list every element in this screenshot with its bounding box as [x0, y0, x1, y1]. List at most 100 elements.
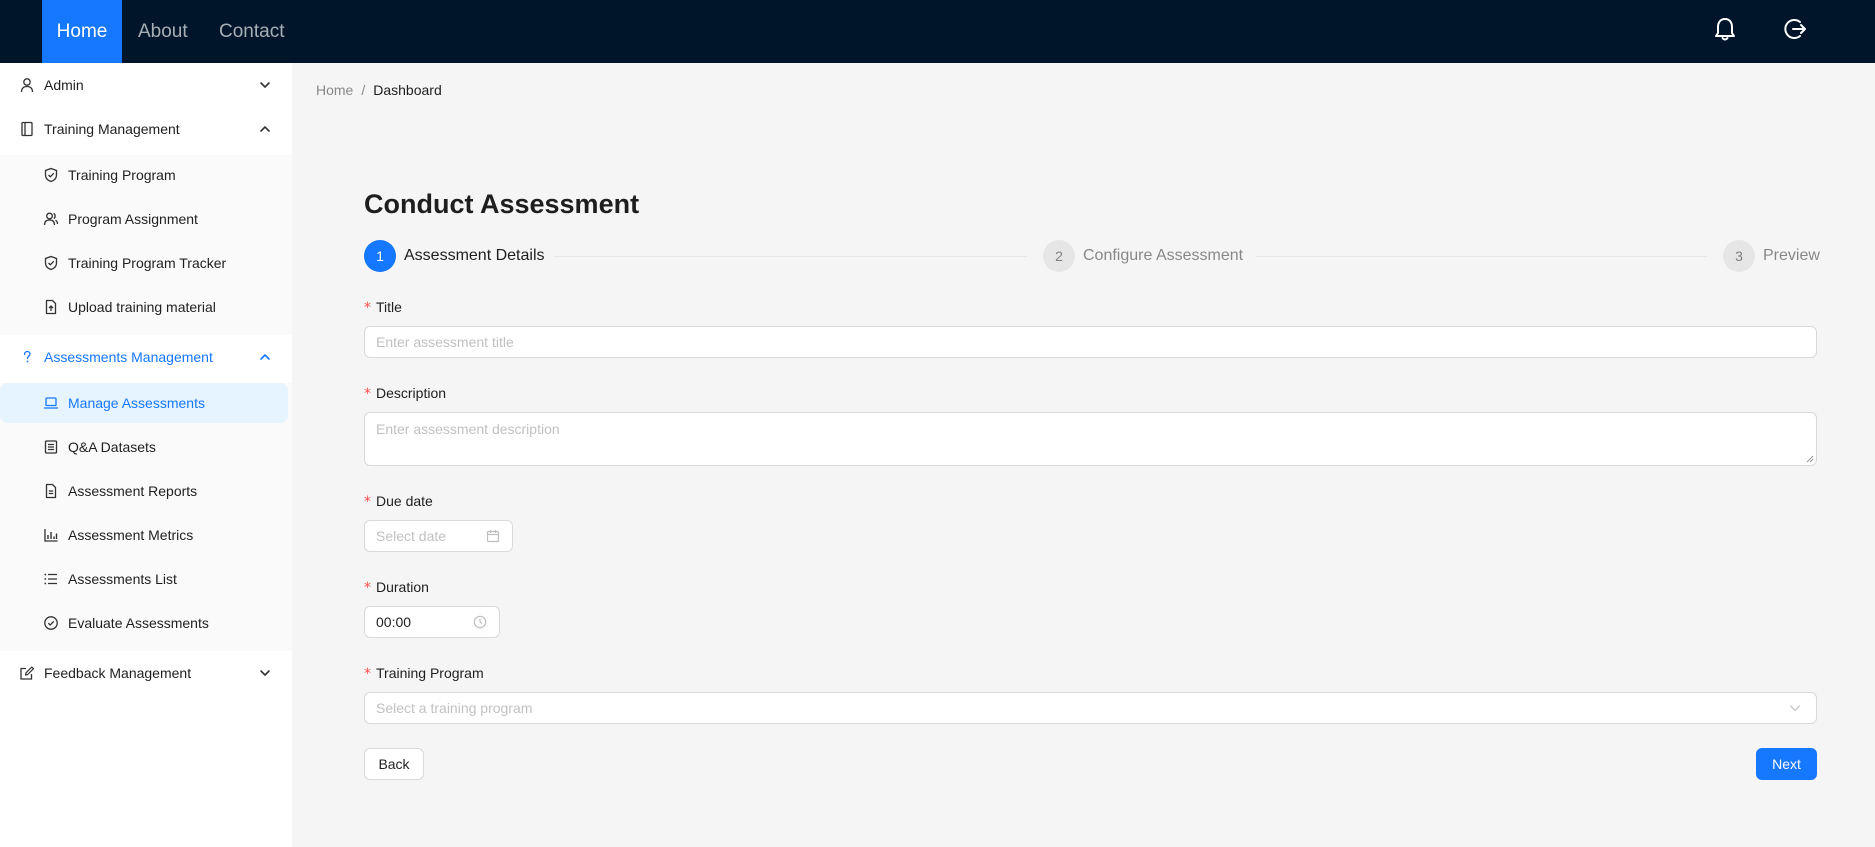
sidebar-group-training-management[interactable]: Training Management	[0, 107, 292, 151]
question-icon	[23, 350, 31, 363]
sidebar-submenu-assessments: Manage Assessments Q&A Datasets Assessme…	[0, 383, 292, 651]
back-button[interactable]: Back	[364, 748, 424, 780]
clock-icon	[473, 615, 487, 629]
calendar-icon	[486, 530, 500, 543]
chevron-up-icon	[260, 354, 270, 360]
book-icon	[21, 121, 33, 137]
step-preview[interactable]: 3 Preview	[1723, 240, 1823, 272]
chevron-up-icon	[260, 126, 270, 132]
next-button[interactable]: Next	[1756, 748, 1817, 780]
nav-about[interactable]: About	[122, 0, 204, 63]
sidebar-item-program-assignment[interactable]: Program Assignment	[0, 199, 288, 239]
sidebar-item-assessments-list[interactable]: Assessments List	[0, 559, 288, 599]
resize-handle-icon[interactable]	[1806, 455, 1814, 463]
sidebar-item-label: Assessment Reports	[68, 483, 198, 499]
breadcrumb-current: Dashboard	[373, 82, 442, 98]
training-program-label-text: Training Program	[376, 665, 484, 681]
chevron-down-icon	[260, 670, 270, 676]
required-mark: *	[364, 666, 371, 682]
sidebar-item-label: Program Assignment	[68, 211, 198, 227]
sidebar-item-assessment-reports[interactable]: Assessment Reports	[0, 471, 288, 511]
step-configure-assessment[interactable]: 2 Configure Assessment	[1043, 240, 1253, 272]
logout-icon[interactable]	[1780, 14, 1810, 44]
title-input[interactable]: Enter assessment title	[364, 326, 1817, 358]
sidebar-item-label: Evaluate Assessments	[68, 615, 209, 631]
sidebar-group-assessments-management[interactable]: Assessments Management	[0, 335, 292, 379]
sidebar-item-label: Assessments List	[68, 571, 177, 587]
required-mark: *	[364, 494, 371, 510]
shield-check-icon	[44, 255, 58, 271]
description-textarea[interactable]: Enter assessment description	[364, 412, 1817, 466]
sidebar-item-assessment-metrics[interactable]: Assessment Metrics	[0, 515, 288, 555]
sidebar-item-label: Upload training material	[68, 299, 216, 315]
sidebar-group-feedback-management[interactable]: Feedback Management	[0, 651, 292, 695]
edit-icon	[20, 666, 35, 680]
top-nav-bar: Home About Contact	[0, 0, 1875, 63]
shield-check-icon	[44, 167, 58, 183]
sidebar-item-label: Assessment Metrics	[68, 527, 194, 543]
chevron-down-icon	[260, 82, 270, 88]
step-connector	[554, 256, 1027, 257]
sidebar-item-label: Manage Assessments	[68, 395, 205, 411]
description-placeholder: Enter assessment description	[376, 421, 560, 437]
check-circle-icon	[44, 616, 58, 630]
nav-home[interactable]: Home	[42, 0, 122, 63]
step-assessment-details[interactable]: 1 Assessment Details	[364, 240, 564, 272]
sidebar-group-label: Admin	[44, 77, 84, 93]
sidebar-item-qa-datasets[interactable]: Q&A Datasets	[0, 427, 288, 467]
sidebar: Admin Training Management Training Progr…	[0, 63, 292, 847]
step-number: 1	[364, 240, 396, 272]
bar-chart-icon	[44, 529, 58, 542]
laptop-icon	[43, 397, 59, 409]
required-mark: *	[364, 386, 371, 402]
required-mark: *	[364, 580, 371, 596]
duration-value: 00:00	[376, 614, 412, 630]
duration-label-text: Duration	[376, 579, 429, 595]
title-label-text: Title	[376, 299, 402, 315]
bell-icon[interactable]	[1710, 14, 1740, 44]
users-icon	[43, 212, 59, 226]
duration-time-picker[interactable]: 00:00	[364, 606, 500, 638]
due-date-label-text: Due date	[376, 493, 433, 509]
title-label: * Title	[364, 298, 402, 317]
step-number: 2	[1043, 240, 1075, 272]
due-date-picker[interactable]: Select date	[364, 520, 513, 552]
nav-contact[interactable]: Contact	[203, 0, 300, 63]
sidebar-group-label: Feedback Management	[44, 665, 192, 681]
sidebar-submenu-training: Training Program Program Assignment Trai…	[0, 155, 292, 335]
sidebar-group-label: Training Management	[44, 121, 180, 137]
sidebar-item-training-program-tracker[interactable]: Training Program Tracker	[0, 243, 288, 283]
description-label-text: Description	[376, 385, 447, 401]
sidebar-group-admin[interactable]: Admin	[0, 63, 292, 107]
file-text-icon	[45, 483, 57, 499]
sidebar-group-label: Assessments Management	[44, 349, 213, 365]
step-number: 3	[1723, 240, 1755, 272]
sidebar-item-label: Training Program Tracker	[68, 255, 227, 271]
list-icon	[44, 573, 57, 585]
due-date-placeholder: Select date	[376, 528, 447, 544]
chevron-down-icon	[1789, 705, 1801, 712]
user-icon	[20, 78, 34, 93]
breadcrumb-separator: /	[361, 82, 366, 98]
title-placeholder: Enter assessment title	[376, 334, 514, 350]
training-program-placeholder: Select a training program	[376, 700, 533, 716]
step-connector	[1256, 256, 1707, 257]
required-mark: *	[364, 300, 371, 316]
list-box-icon	[44, 440, 58, 454]
sidebar-item-label: Training Program	[68, 167, 176, 183]
sidebar-item-manage-assessments[interactable]: Manage Assessments	[0, 383, 288, 423]
breadcrumb: Home / Dashboard	[316, 81, 442, 99]
step-title: Preview	[1763, 247, 1820, 264]
sidebar-item-training-program[interactable]: Training Program	[0, 155, 288, 195]
file-upload-icon	[45, 299, 57, 315]
training-program-select[interactable]: Select a training program	[364, 692, 1817, 724]
training-program-label: * Training Program	[364, 664, 484, 683]
step-title: Assessment Details	[404, 247, 545, 264]
sidebar-item-evaluate-assessments[interactable]: Evaluate Assessments	[0, 603, 288, 643]
step-title: Configure Assessment	[1083, 247, 1244, 264]
sidebar-item-label: Q&A Datasets	[68, 439, 156, 455]
breadcrumb-home-link[interactable]: Home	[316, 82, 353, 98]
description-label: * Description	[364, 384, 446, 403]
sidebar-item-upload-training-material[interactable]: Upload training material	[0, 287, 288, 327]
page-title: Conduct Assessment	[364, 189, 640, 219]
